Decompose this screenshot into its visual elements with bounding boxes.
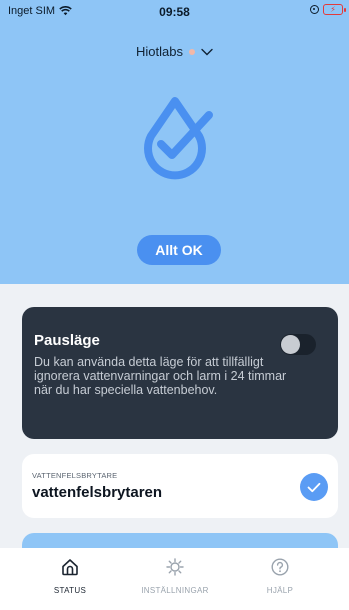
status-bar: Inget SIM 09:58 ⚡ bbox=[0, 0, 349, 22]
system-indicators: ⚡ bbox=[310, 4, 346, 15]
pause-mode-toggle[interactable] bbox=[280, 334, 316, 355]
tab-settings-label: INSTÄLLNINGAR bbox=[141, 586, 209, 595]
valve-status-check-icon bbox=[300, 473, 328, 501]
status-badge: Allt OK bbox=[137, 235, 221, 265]
tab-status[interactable]: STATUS bbox=[25, 558, 115, 595]
pause-mode-description: Du kan använda detta läge för att tillfä… bbox=[34, 355, 287, 397]
tab-help[interactable]: HJÄLP bbox=[235, 558, 325, 595]
valve-name: vattenfelsbrytaren bbox=[32, 484, 163, 501]
battery-icon: ⚡ bbox=[323, 4, 346, 15]
pause-mode-card: Pausläge Du kan använda detta läge för a… bbox=[22, 307, 338, 439]
valve-kicker: VATTENFELSBRYTARE bbox=[32, 471, 118, 480]
tab-bar: STATUS INSTÄLLNINGAR HJÄLP bbox=[0, 548, 349, 610]
clock: 09:58 bbox=[159, 5, 190, 19]
device-name: Hiotlabs bbox=[136, 44, 183, 59]
water-drop-check-icon bbox=[144, 97, 213, 180]
valve-card[interactable]: VATTENFELSBRYTARE vattenfelsbrytaren bbox=[22, 454, 338, 518]
orientation-lock-icon bbox=[310, 5, 319, 14]
chevron-down-icon bbox=[201, 48, 213, 55]
tab-help-label: HJÄLP bbox=[266, 586, 294, 595]
connection-dot-icon bbox=[188, 48, 195, 55]
toggle-knob bbox=[281, 335, 300, 354]
home-icon bbox=[62, 559, 78, 576]
gear-icon bbox=[166, 558, 184, 576]
tab-status-label: STATUS bbox=[53, 586, 87, 595]
tab-settings[interactable]: INSTÄLLNINGAR bbox=[130, 558, 220, 595]
device-selector[interactable]: Hiotlabs bbox=[0, 44, 349, 59]
help-icon bbox=[271, 558, 289, 576]
